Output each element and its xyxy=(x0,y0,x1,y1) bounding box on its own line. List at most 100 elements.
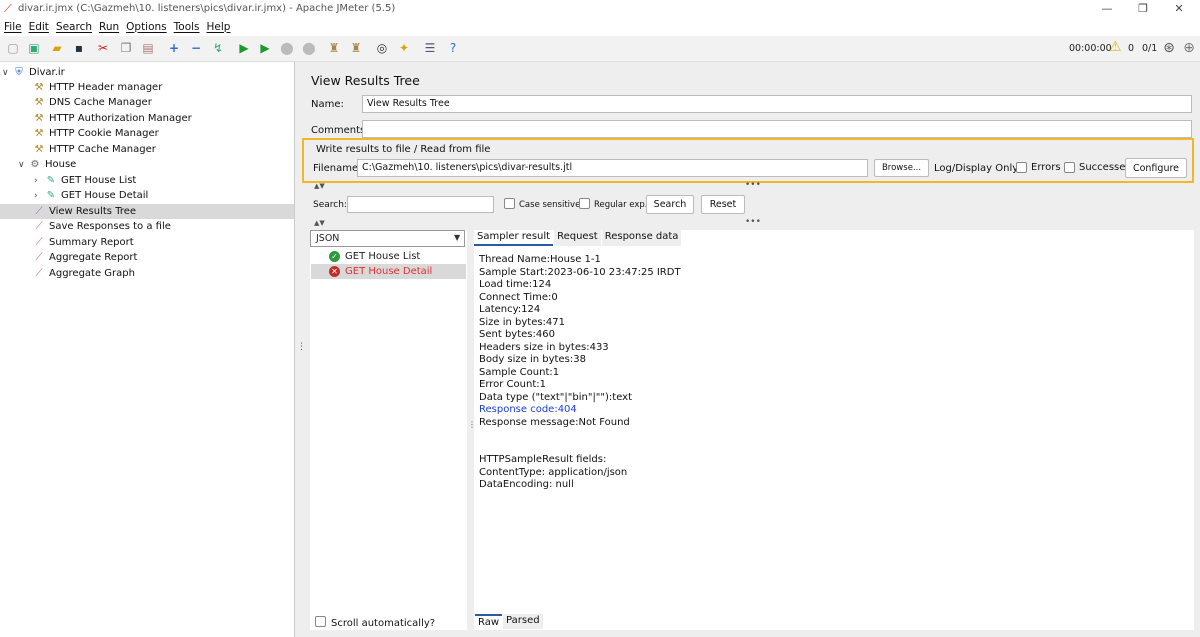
tab-request[interactable]: Request xyxy=(554,230,601,246)
sample-label: GET House List xyxy=(345,251,421,262)
comments-field[interactable] xyxy=(362,120,1192,138)
tree-root[interactable]: ∨ ⛨ Divar.ir xyxy=(2,65,65,80)
collapse-arrows-icon[interactable]: ▲▼ xyxy=(314,219,325,227)
remote-engine-icon[interactable]: ⊛ xyxy=(1160,39,1178,57)
toggle-icon[interactable]: ↯ xyxy=(209,39,227,57)
cut-icon[interactable]: ✂ xyxy=(94,39,112,57)
configure-button[interactable]: Configure xyxy=(1125,158,1187,178)
tree-item-view-results-tree[interactable]: ⟋ View Results Tree xyxy=(0,204,294,219)
minimize-button[interactable]: — xyxy=(1092,1,1122,17)
chevron-down-icon[interactable]: ∨ xyxy=(2,68,12,78)
successes-checkbox[interactable] xyxy=(1064,162,1075,173)
split-pane-divider[interactable]: ⋮ xyxy=(467,230,476,630)
menu-file[interactable]: File xyxy=(0,21,25,33)
templates-icon[interactable]: ▣ xyxy=(25,39,43,57)
search-input[interactable] xyxy=(347,196,494,213)
menu-help[interactable]: Help xyxy=(203,21,234,33)
success-shield-icon: ✓ xyxy=(329,251,340,262)
tree-item-label: GET House Detail xyxy=(61,190,149,201)
regex-checkbox[interactable] xyxy=(579,198,590,209)
tab-raw[interactable]: Raw xyxy=(475,614,503,629)
expand-all-icon[interactable]: + xyxy=(165,39,183,57)
browse-button[interactable]: Browse... xyxy=(874,159,929,177)
tree-item-aggregate-graph[interactable]: ⟋ Aggregate Graph xyxy=(32,266,135,281)
tab-parsed[interactable]: Parsed xyxy=(503,614,543,629)
start-no-pauses-icon[interactable]: ▶ xyxy=(256,39,274,57)
menu-tools[interactable]: Tools xyxy=(170,21,203,33)
tree-item-http-header-manager[interactable]: ⚒ HTTP Header manager xyxy=(32,80,163,95)
drag-dots-icon[interactable]: ••• xyxy=(745,180,761,190)
help-icon[interactable]: ? xyxy=(444,39,462,57)
clear-all-icon[interactable]: ♜ xyxy=(347,39,365,57)
reset-button[interactable]: Reset xyxy=(701,195,745,214)
search-button[interactable]: Search xyxy=(646,195,694,214)
binoculars-icon[interactable]: ◎ xyxy=(373,39,391,57)
name-label: Name: xyxy=(311,99,344,110)
errors-label: Errors xyxy=(1031,162,1061,173)
renderer-select[interactable]: JSON xyxy=(310,230,465,247)
drag-dots-icon[interactable]: ••• xyxy=(745,217,761,227)
menu-run[interactable]: Run xyxy=(95,21,122,33)
tree-item-dns-cache-manager[interactable]: ⚒ DNS Cache Manager xyxy=(32,95,152,110)
tree-item-summary-report[interactable]: ⟋ Summary Report xyxy=(32,235,134,250)
function-helper-icon[interactable]: ☰ xyxy=(421,39,439,57)
name-field[interactable]: View Results Tree xyxy=(362,95,1192,113)
menu-options[interactable]: Options xyxy=(122,21,170,33)
case-sensitive-checkbox[interactable] xyxy=(504,198,515,209)
open-folder-icon[interactable]: ▰ xyxy=(48,39,66,57)
tree-item-aggregate-report[interactable]: ⟋ Aggregate Report xyxy=(32,250,138,265)
tree-item-http-cache-manager[interactable]: ⚒ HTTP Cache Manager xyxy=(32,142,156,157)
active-threads: 0/1 xyxy=(1142,43,1158,54)
view-mode-tabs: Raw Parsed xyxy=(475,614,544,629)
chevron-down-icon[interactable]: ▼ xyxy=(454,233,460,242)
tree-item-label: GET House List xyxy=(61,175,137,186)
result-tabs: Sampler result Request Response data xyxy=(474,230,682,246)
tab-response-data[interactable]: Response data xyxy=(601,230,682,246)
tree-item-get-house-detail[interactable]: › ✎ GET House Detail xyxy=(34,188,148,203)
tree-item-label: Aggregate Report xyxy=(49,252,138,263)
tree-item-get-house-list[interactable]: › ✎ GET House List xyxy=(34,173,136,188)
menu-search[interactable]: Search xyxy=(52,21,95,33)
tree-item-label: Save Responses to a file xyxy=(49,221,171,232)
scroll-auto-checkbox[interactable] xyxy=(315,616,326,627)
warning-count: 0 xyxy=(1128,43,1135,54)
chevron-right-icon[interactable]: › xyxy=(34,176,44,186)
sample-row-get-house-list[interactable]: ✓ GET House List xyxy=(311,249,466,264)
save-icon[interactable]: ▪ xyxy=(70,39,88,57)
collapse-arrows-icon[interactable]: ▲▼ xyxy=(314,182,325,190)
tree-item-http-authorization-manager[interactable]: ⚒ HTTP Authorization Manager xyxy=(32,111,192,126)
tab-sampler-result[interactable]: Sampler result xyxy=(474,230,554,246)
clear-icon[interactable]: ♜ xyxy=(325,39,343,57)
close-button[interactable]: ✕ xyxy=(1164,1,1194,17)
tree-item-label: HTTP Cache Manager xyxy=(49,144,156,155)
jmeter-feather-icon: ⟋ xyxy=(4,2,12,15)
page-title: View Results Tree xyxy=(311,73,420,88)
sample-row-get-house-detail[interactable]: ✕ GET House Detail xyxy=(311,264,466,279)
filename-input[interactable]: C:\Gazmeh\10. listeners\pics\divar-resul… xyxy=(357,159,868,177)
tree-item-label: HTTP Authorization Manager xyxy=(49,113,192,124)
menu-edit[interactable]: Edit xyxy=(25,21,52,33)
errors-checkbox[interactable] xyxy=(1016,162,1027,173)
stop-icon[interactable]: ⬤ xyxy=(278,39,296,57)
listener-graph-icon: ⟋ xyxy=(35,267,43,279)
start-icon[interactable]: ▶ xyxy=(235,39,253,57)
shutdown-icon[interactable]: ⬤ xyxy=(300,39,318,57)
tree-item-house[interactable]: ∨ ⚙ House xyxy=(18,157,76,172)
reset-search-icon[interactable]: ✦ xyxy=(395,39,413,57)
toolbar: ▢ ▣ ▰ ▪ ✂ ❐ ▤ + − ↯ ▶ ▶ ⬤ ⬤ ♜ ♜ ◎ ✦ ☰ ? … xyxy=(0,36,1200,62)
chevron-right-icon[interactable]: › xyxy=(34,191,44,201)
tree-item-label: DNS Cache Manager xyxy=(49,97,152,108)
warning-icon[interactable]: ⚠ xyxy=(1109,39,1122,55)
add-remote-icon[interactable]: ⊕ xyxy=(1180,39,1198,57)
chevron-down-icon[interactable]: ∨ xyxy=(18,160,28,170)
copy-icon[interactable]: ❐ xyxy=(117,39,135,57)
sampler-pipette-icon: ✎ xyxy=(46,189,56,201)
new-icon[interactable]: ▢ xyxy=(4,39,22,57)
wrench-icon: ⚒ xyxy=(34,96,44,108)
maximize-button[interactable]: ❐ xyxy=(1128,1,1158,17)
collapse-all-icon[interactable]: − xyxy=(187,39,205,57)
tree-item-label: Summary Report xyxy=(49,237,134,248)
paste-icon[interactable]: ▤ xyxy=(139,39,157,57)
tree-item-save-responses[interactable]: ⟋ Save Responses to a file xyxy=(32,219,171,234)
tree-item-http-cookie-manager[interactable]: ⚒ HTTP Cookie Manager xyxy=(32,126,159,141)
